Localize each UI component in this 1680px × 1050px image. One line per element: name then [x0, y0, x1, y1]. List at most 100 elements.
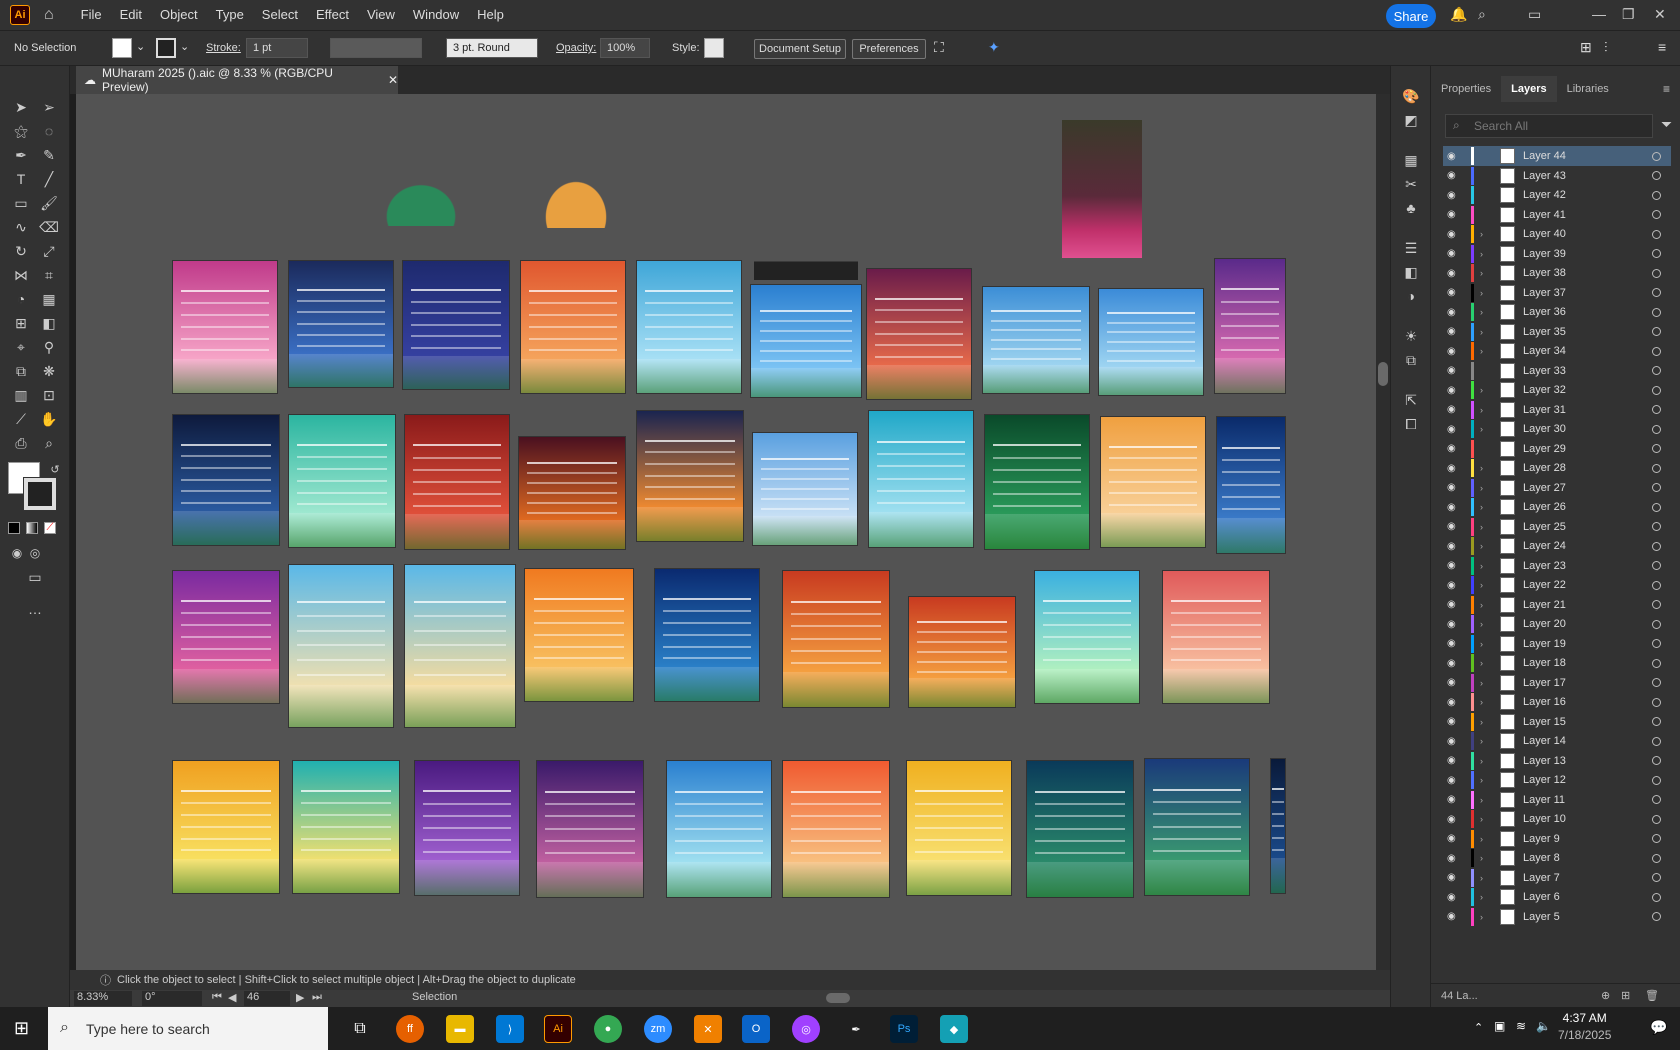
eyedropper-tool-icon[interactable]: ⚲ — [38, 336, 60, 358]
print-tiling-tool-icon[interactable]: ⎙ — [10, 432, 32, 454]
tab-libraries[interactable]: Libraries — [1557, 76, 1619, 102]
target-circle-icon[interactable] — [1652, 814, 1661, 824]
appearance-icon[interactable]: ☀ — [1401, 326, 1421, 346]
draw-behind-icon[interactable]: ◎ — [24, 542, 46, 564]
expand-chevron-icon[interactable]: › — [1480, 229, 1494, 239]
direct-selection-tool-icon[interactable]: ➢ — [38, 96, 60, 118]
poster-artboard[interactable] — [906, 760, 1012, 896]
poster-artboard[interactable] — [752, 432, 858, 546]
target-circle-icon[interactable] — [1652, 483, 1661, 492]
fill-swatch[interactable] — [112, 38, 132, 58]
magic-wand-tool-icon[interactable]: ⚝ — [10, 120, 32, 142]
layer-row[interactable]: ◉ › Layer 12 — [1443, 770, 1671, 790]
shaper-tool-icon[interactable]: ∿ — [10, 216, 32, 238]
target-circle-icon[interactable] — [1652, 327, 1661, 336]
poster-artboard[interactable] — [172, 570, 280, 704]
expand-chevron-icon[interactable]: › — [1480, 405, 1494, 415]
perspective-grid-tool-icon[interactable]: ⊞ — [10, 312, 32, 334]
family-meal-illustration[interactable] — [506, 136, 646, 228]
color-mode-icon[interactable] — [8, 522, 20, 534]
poster-artboard[interactable] — [782, 570, 890, 708]
visibility-eye-icon[interactable]: ◉ — [1447, 170, 1461, 181]
visibility-eye-icon[interactable]: ◉ — [1447, 365, 1461, 376]
visibility-eye-icon[interactable]: ◉ — [1447, 541, 1461, 552]
layer-row[interactable]: ◉ Layer 43 — [1443, 166, 1671, 186]
notifications-icon[interactable]: 💬 — [1650, 1019, 1667, 1036]
blend-tool-icon[interactable]: ⧉ — [10, 360, 32, 382]
target-circle-icon[interactable] — [1652, 795, 1661, 804]
expand-chevron-icon[interactable]: › — [1480, 912, 1494, 922]
expand-chevron-icon[interactable]: › — [1480, 892, 1494, 902]
poster-artboard[interactable] — [172, 260, 278, 394]
poster-artboard[interactable] — [636, 260, 742, 394]
share-button[interactable]: Share — [1386, 4, 1436, 28]
target-circle-icon[interactable] — [1652, 249, 1661, 258]
opacity-label[interactable]: Opacity: — [556, 42, 596, 54]
expand-chevron-icon[interactable]: › — [1480, 834, 1494, 844]
target-circle-icon[interactable] — [1652, 561, 1661, 570]
poster-artboard[interactable] — [292, 760, 400, 894]
expand-chevron-icon[interactable]: › — [1480, 307, 1494, 317]
document-tab[interactable]: ☁ MUharam 2025 ().aic @ 8.33 % (RGB/CPU … — [76, 66, 398, 94]
layer-row[interactable]: ◉ › Layer 39 — [1443, 244, 1671, 264]
tab-layers[interactable]: Layers — [1501, 76, 1557, 102]
desert-camel-poster[interactable] — [1062, 120, 1142, 258]
panel-menu-icon[interactable]: ≡ — [1663, 82, 1670, 96]
visibility-eye-icon[interactable]: ◉ — [1447, 151, 1461, 162]
expand-chevron-icon[interactable]: › — [1480, 463, 1494, 473]
live-paint-tool-icon[interactable]: ▦ — [38, 288, 60, 310]
layer-row[interactable]: ◉ › Layer 32 — [1443, 380, 1671, 400]
poster-artboard[interactable] — [1270, 758, 1286, 894]
poster-artboard[interactable] — [404, 564, 516, 728]
vertical-scrollbar[interactable] — [1376, 94, 1390, 970]
volume-icon[interactable]: 🔈 — [1536, 1019, 1551, 1033]
layer-row[interactable]: ◉ › Layer 13 — [1443, 751, 1671, 771]
layer-row[interactable]: ◉ Layer 29 — [1443, 439, 1671, 459]
layer-row[interactable]: ◉ › Layer 34 — [1443, 341, 1671, 361]
visibility-eye-icon[interactable]: ◉ — [1447, 463, 1461, 474]
creative-cloud-icon[interactable]: ◎ — [792, 1015, 820, 1043]
chevron-down-icon[interactable]: ⌄ — [136, 40, 145, 53]
layer-row[interactable]: ◉ › Layer 26 — [1443, 497, 1671, 517]
vscode-icon[interactable]: ⟩ — [496, 1015, 524, 1043]
poster-artboard[interactable] — [524, 568, 634, 702]
target-circle-icon[interactable] — [1652, 619, 1661, 629]
layer-row[interactable]: ◉ › Layer 37 — [1443, 283, 1671, 303]
visibility-eye-icon[interactable]: ◉ — [1447, 794, 1461, 805]
search-icon[interactable]: ⌕ — [1478, 6, 1486, 23]
visibility-eye-icon[interactable]: ◉ — [1447, 190, 1461, 201]
layer-row[interactable]: ◉ › Layer 15 — [1443, 712, 1671, 732]
visibility-eye-icon[interactable]: ◉ — [1447, 268, 1461, 279]
layer-row[interactable]: ◉ Layer 41 — [1443, 205, 1671, 225]
artboards-icon[interactable]: ⧠ — [1401, 414, 1421, 434]
expand-chevron-icon[interactable]: › — [1480, 717, 1494, 727]
document-setup-button[interactable]: Document Setup — [754, 39, 846, 59]
visibility-eye-icon[interactable]: ◉ — [1447, 229, 1461, 240]
pen-app-icon[interactable]: ✒ — [842, 1015, 870, 1043]
free-transform-tool-icon[interactable]: ⌗ — [38, 264, 60, 286]
poster-artboard[interactable] — [636, 410, 744, 542]
poster-artboard[interactable] — [982, 286, 1090, 394]
next-artboard-icon[interactable]: ▶ — [296, 991, 304, 1004]
poster-artboard[interactable] — [666, 760, 772, 898]
poster-artboard[interactable] — [866, 268, 972, 400]
home-icon[interactable]: ⌂ — [44, 6, 54, 24]
shape-builder-tool-icon[interactable]: ◔ — [10, 288, 32, 310]
layer-row[interactable]: ◉ › Layer 31 — [1443, 400, 1671, 420]
target-circle-icon[interactable] — [1652, 190, 1661, 200]
lasso-tool-icon[interactable]: ◌ — [38, 120, 60, 142]
paintbrush-tool-icon[interactable]: 🖌 — [38, 192, 60, 214]
stroke-weight-input[interactable]: 1 pt — [246, 38, 308, 58]
poster-artboard[interactable] — [1216, 416, 1286, 554]
previous-artboard-icon[interactable]: ◀ — [228, 991, 236, 1004]
expand-chevron-icon[interactable]: › — [1480, 268, 1494, 278]
gradient-icon[interactable]: ◧ — [1401, 262, 1421, 282]
visibility-eye-icon[interactable]: ◉ — [1447, 599, 1461, 610]
variable-width-select[interactable] — [330, 38, 422, 58]
none-mode-icon[interactable]: ⟋ — [44, 522, 56, 534]
expand-chevron-icon[interactable]: › — [1480, 561, 1494, 571]
symbol-sprayer-tool-icon[interactable]: ❋ — [38, 360, 60, 382]
poster-artboard[interactable] — [908, 596, 1016, 708]
layer-row[interactable]: ◉ › Layer 5 — [1443, 907, 1671, 927]
expand-chevron-icon[interactable]: › — [1480, 288, 1494, 298]
